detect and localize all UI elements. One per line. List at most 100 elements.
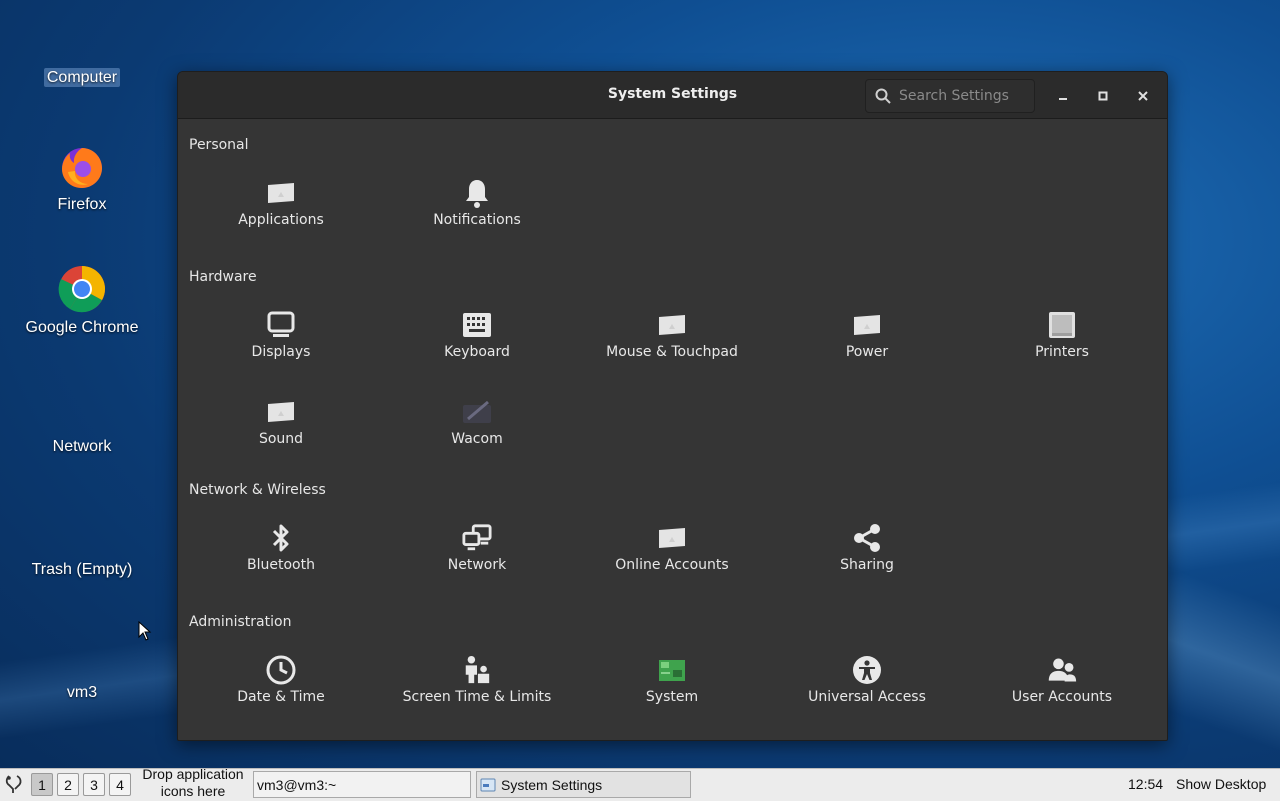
minimize-button[interactable] bbox=[1051, 84, 1075, 108]
image-placeholder-icon bbox=[266, 178, 296, 208]
settings-item-label: Wacom bbox=[451, 431, 503, 447]
tablet-pen-icon bbox=[462, 397, 492, 427]
settings-item-keyboard[interactable]: Keyboard bbox=[379, 306, 575, 376]
mouse-cursor-icon bbox=[138, 620, 152, 645]
settings-item-online-accounts[interactable]: Online Accounts bbox=[574, 519, 770, 589]
launcher-drop-area[interactable]: Drop application icons here bbox=[138, 766, 248, 800]
desktop-icon-label: Google Chrome bbox=[25, 319, 139, 336]
settings-item-label: System bbox=[645, 689, 699, 705]
desktop-icon-computer[interactable]: Computer bbox=[2, 67, 162, 87]
close-button[interactable] bbox=[1131, 84, 1155, 108]
settings-item-notifications[interactable]: Notifications bbox=[379, 174, 575, 244]
settings-item-label: Screen Time & Limits bbox=[402, 689, 552, 705]
minimize-icon bbox=[1059, 98, 1067, 100]
settings-item-label: Power bbox=[845, 344, 889, 360]
desktop-icon-network[interactable]: Network bbox=[2, 436, 162, 456]
section-title-network-wireless: Network & Wireless bbox=[189, 482, 326, 498]
firefox-icon bbox=[2, 142, 162, 190]
taskbar-clock[interactable]: 12:54 bbox=[1128, 776, 1163, 792]
search-icon bbox=[875, 88, 891, 104]
desktop-icon-trash[interactable]: Trash (Empty) bbox=[2, 559, 162, 579]
settings-item-label: Applications bbox=[238, 212, 324, 228]
workspace-2-button[interactable]: 2 bbox=[57, 773, 79, 796]
settings-item-label: Network bbox=[447, 557, 507, 573]
settings-item-label: Sound bbox=[258, 431, 304, 447]
drop-text-line-2: icons here bbox=[160, 783, 226, 799]
settings-item-label: Printers bbox=[1035, 344, 1089, 360]
workspace-4-button[interactable]: 4 bbox=[109, 773, 131, 796]
users-icon bbox=[1047, 655, 1077, 685]
desktop-icon-google-chrome[interactable]: Google Chrome bbox=[2, 265, 162, 337]
clock-icon bbox=[266, 655, 296, 685]
image-placeholder-icon bbox=[657, 523, 687, 553]
settings-item-system[interactable]: System bbox=[574, 651, 770, 721]
image-placeholder-icon bbox=[852, 310, 882, 340]
maximize-button[interactable] bbox=[1091, 84, 1115, 108]
app-menu-button[interactable] bbox=[3, 773, 25, 798]
settings-item-power[interactable]: Power bbox=[769, 306, 965, 376]
workspace-3-button[interactable]: 3 bbox=[83, 773, 105, 796]
task-terminal[interactable]: vm3@vm3:~ bbox=[253, 771, 471, 798]
share-icon bbox=[852, 523, 882, 553]
bluetooth-icon bbox=[266, 523, 296, 553]
desktop-icon-vm3[interactable]: vm3 bbox=[2, 682, 162, 702]
close-icon bbox=[1138, 91, 1148, 101]
task-system-settings[interactable]: System Settings bbox=[476, 771, 691, 798]
settings-item-user-accounts[interactable]: User Accounts bbox=[964, 651, 1160, 721]
bell-icon bbox=[462, 178, 492, 208]
settings-item-label: Notifications bbox=[433, 212, 521, 228]
settings-item-printers[interactable]: Printers bbox=[964, 306, 1160, 376]
circuit-board-icon bbox=[657, 655, 687, 685]
section-title-personal: Personal bbox=[189, 137, 249, 153]
image-placeholder-icon bbox=[657, 310, 687, 340]
settings-item-date-time[interactable]: Date & Time bbox=[183, 651, 379, 721]
network-icon bbox=[462, 523, 492, 553]
desktop-icon-label: Firefox bbox=[57, 196, 107, 213]
drop-text-line-1: Drop application bbox=[142, 766, 244, 782]
settings-item-label: Mouse & Touchpad bbox=[606, 344, 738, 360]
settings-item-label: Keyboard bbox=[444, 344, 510, 360]
settings-item-network[interactable]: Network bbox=[379, 519, 575, 589]
desktop-icon-firefox[interactable]: Firefox bbox=[2, 142, 162, 214]
window-titlebar[interactable]: System Settings bbox=[178, 72, 1167, 119]
settings-item-label: Online Accounts bbox=[615, 557, 729, 573]
settings-item-universal-access[interactable]: Universal Access bbox=[769, 651, 965, 721]
settings-item-sound[interactable]: Sound bbox=[183, 393, 379, 463]
settings-item-wacom[interactable]: Wacom bbox=[379, 393, 575, 463]
settings-item-sharing[interactable]: Sharing bbox=[769, 519, 965, 589]
settings-item-mouse-touchpad[interactable]: Mouse & Touchpad bbox=[574, 306, 770, 376]
section-title-administration: Administration bbox=[189, 614, 292, 630]
settings-item-screen-time-limits[interactable]: Screen Time & Limits bbox=[379, 651, 575, 721]
desktop-icon-label: vm3 bbox=[66, 684, 98, 701]
settings-item-label: Displays bbox=[251, 344, 311, 360]
image-placeholder-icon bbox=[266, 397, 296, 427]
settings-item-displays[interactable]: Displays bbox=[183, 306, 379, 376]
keyboard-icon bbox=[462, 310, 492, 340]
search-input[interactable] bbox=[897, 87, 1031, 105]
settings-item-label: Universal Access bbox=[808, 689, 926, 705]
task-label: System Settings bbox=[501, 776, 603, 793]
settings-item-bluetooth[interactable]: Bluetooth bbox=[183, 519, 379, 589]
show-desktop-button[interactable]: Show Desktop bbox=[1176, 776, 1266, 792]
maximize-icon bbox=[1098, 91, 1108, 101]
taskbar: 1 2 3 4 Drop application icons here vm3@… bbox=[0, 766, 1280, 801]
accessibility-icon bbox=[852, 655, 882, 685]
section-title-hardware: Hardware bbox=[189, 269, 257, 285]
settings-item-label: Sharing bbox=[840, 557, 894, 573]
display-icon bbox=[266, 310, 296, 340]
chrome-icon bbox=[2, 265, 162, 313]
workspace-1-button[interactable]: 1 bbox=[31, 773, 53, 796]
task-label: vm3@vm3:~ bbox=[257, 776, 337, 793]
settings-item-label: Date & Time bbox=[237, 689, 325, 705]
desktop-icon-label: Computer bbox=[43, 68, 121, 87]
search-box[interactable] bbox=[865, 79, 1035, 113]
parent-child-icon bbox=[462, 655, 492, 685]
settings-item-applications[interactable]: Applications bbox=[183, 174, 379, 244]
desktop-icon-label: Network bbox=[52, 438, 112, 455]
printer-icon bbox=[1047, 310, 1077, 340]
system-settings-window: System Settings Personal Applications bbox=[177, 71, 1168, 741]
desktop-icon-label: Trash (Empty) bbox=[31, 561, 133, 578]
app-menu-icon bbox=[5, 775, 22, 793]
settings-item-label: Bluetooth bbox=[247, 557, 315, 573]
settings-app-icon bbox=[480, 778, 496, 791]
